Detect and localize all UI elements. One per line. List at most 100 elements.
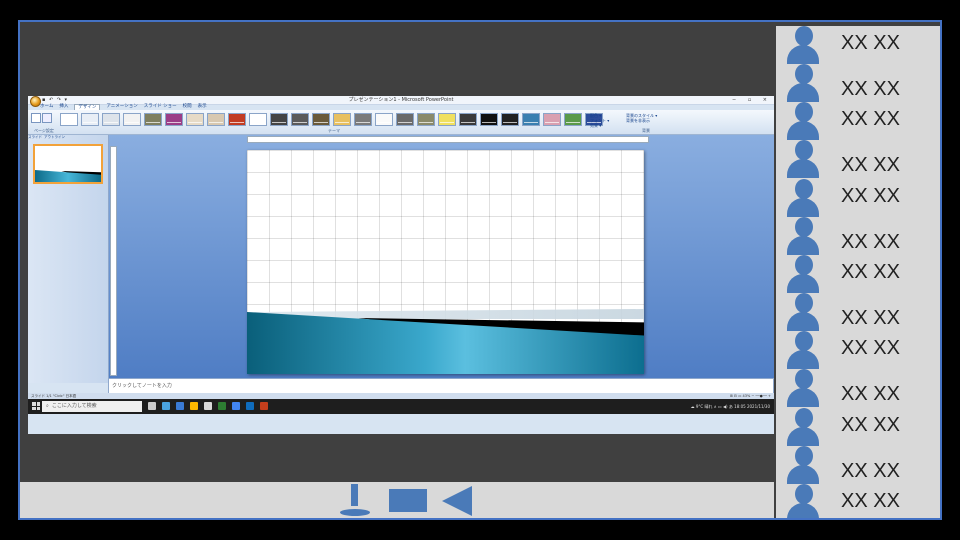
theme-swatch[interactable] (543, 113, 561, 126)
avatar-icon (786, 446, 820, 484)
participant-name: XX XX (841, 307, 900, 329)
theme-swatch[interactable] (291, 113, 309, 126)
theme-swatch-bar (167, 122, 181, 123)
theme-swatch[interactable] (501, 113, 519, 126)
taskbar-app-icon[interactable] (218, 402, 226, 410)
slide-thumbnail[interactable] (33, 144, 103, 184)
tab-outline[interactable]: アウトライン (44, 135, 65, 140)
taskbar-app-icon[interactable] (190, 402, 198, 410)
participant-item[interactable]: XX XX (776, 331, 940, 371)
participant-item[interactable]: XX XX (776, 26, 940, 66)
notes-pane[interactable]: クリックしてノートを入力 (108, 378, 774, 394)
theme-swatch[interactable] (123, 113, 141, 126)
avatar-body (787, 274, 819, 293)
participant-item[interactable]: XX XX (776, 446, 940, 486)
avatar-head (795, 293, 813, 313)
share-screen-button[interactable] (389, 489, 427, 512)
avatar-head (795, 255, 813, 275)
taskbar-app-icon[interactable] (204, 402, 212, 410)
taskbar-search[interactable]: ⌕ ここに入力して検索 (42, 401, 142, 412)
participant-name: XX XX (841, 154, 900, 176)
theme-swatch[interactable] (333, 113, 351, 126)
participant-item[interactable]: XX XX (776, 293, 940, 333)
participant-item[interactable]: XX XX (776, 140, 940, 180)
hide-background-checkbox[interactable]: 背景を非表示 (626, 118, 657, 123)
search-placeholder: ここに入力して検索 (51, 403, 97, 409)
theme-swatch[interactable] (144, 113, 162, 126)
theme-swatch[interactable] (102, 113, 120, 126)
background-options: 背景のスタイル ▾ 背景を非表示 (626, 113, 657, 123)
theme-swatch[interactable] (417, 113, 435, 126)
search-icon: ⌕ (46, 403, 49, 409)
theme-swatch-bar (419, 122, 433, 123)
participant-item[interactable]: XX XX (776, 255, 940, 295)
ribbon: ページ設定 テーマ 配色 ▾ フォント ▾ 効果 ▾ 背景のスタイル ▾ 背景を… (28, 110, 774, 135)
taskbar-app-icon[interactable] (148, 402, 156, 410)
taskbar-app-icon[interactable] (246, 402, 254, 410)
current-slide[interactable] (247, 150, 644, 374)
avatar-head (795, 217, 813, 237)
theme-swatch[interactable] (480, 113, 498, 126)
participants-panel: XX XX XX XX XX XX XX XX XX XX XX XX XX XX XX XX… (776, 26, 940, 518)
avatar-body (787, 198, 819, 217)
avatar-icon (786, 293, 820, 331)
avatar-icon (786, 26, 820, 64)
theme-swatch[interactable] (81, 113, 99, 126)
windows-start-icon[interactable] (32, 402, 40, 410)
theme-swatch[interactable] (396, 113, 414, 126)
back-triangle-button[interactable] (442, 486, 472, 516)
shared-screen[interactable]: ▪ ↶ ↷ ▾ プレゼンテーション1 - Microsoft PowerPoin… (28, 96, 774, 434)
effects-dropdown[interactable]: 効果 ▾ (590, 123, 609, 128)
taskbar-app-icon[interactable] (260, 402, 268, 410)
theme-swatch[interactable] (186, 113, 204, 126)
system-tray[interactable]: ☁ 9°C 晴れ ∧ ▭ ◀) あ 18:05 2021/11/30 (691, 399, 770, 414)
theme-swatch[interactable] (354, 113, 372, 126)
themes-gallery[interactable] (60, 113, 603, 127)
theme-swatch[interactable] (312, 113, 330, 126)
avatar-head (795, 408, 813, 428)
participant-item[interactable]: XX XX (776, 64, 940, 104)
theme-swatch[interactable] (207, 113, 225, 126)
theme-swatch[interactable] (564, 113, 582, 126)
notes-placeholder: クリックしてノートを入力 (112, 383, 172, 389)
theme-swatch-bar (545, 122, 559, 123)
theme-swatch[interactable] (438, 113, 456, 126)
participant-item[interactable]: XX XX (776, 408, 940, 448)
participant-item[interactable]: XX XX (776, 484, 940, 518)
theme-swatch-bar (314, 122, 328, 123)
meeting-window: ▪ ↶ ↷ ▾ プレゼンテーション1 - Microsoft PowerPoin… (18, 20, 942, 520)
theme-swatch[interactable] (249, 113, 267, 126)
page-setup-button[interactable] (31, 113, 41, 123)
avatar-body (787, 83, 819, 102)
participant-item[interactable]: XX XX (776, 217, 940, 257)
avatar-body (787, 121, 819, 140)
theme-swatch[interactable] (60, 113, 78, 126)
microphone-button[interactable] (340, 482, 370, 518)
participant-item[interactable]: XX XX (776, 102, 940, 142)
avatar-icon (786, 331, 820, 369)
theme-swatch[interactable] (165, 113, 183, 126)
slides-pane-tabs: スライド アウトライン (28, 135, 65, 140)
theme-swatch[interactable] (522, 113, 540, 126)
avatar-head (795, 64, 813, 84)
theme-swatch[interactable] (459, 113, 477, 126)
theme-swatch[interactable] (375, 113, 393, 126)
participant-item[interactable]: XX XX (776, 179, 940, 219)
taskbar-app-icon[interactable] (232, 402, 240, 410)
theme-options: 配色 ▾ フォント ▾ 効果 ▾ (590, 113, 609, 128)
theme-swatch-bar (230, 122, 244, 123)
participant-item[interactable]: XX XX (776, 369, 940, 409)
theme-swatch-bar (524, 122, 538, 123)
theme-swatch-bar (335, 122, 349, 123)
taskbar-app-icon[interactable] (176, 402, 184, 410)
avatar-body (787, 45, 819, 64)
theme-swatch-bar (209, 122, 223, 123)
participant-name: XX XX (841, 460, 900, 482)
theme-swatch[interactable] (270, 113, 288, 126)
taskbar-app-icon[interactable] (162, 402, 170, 410)
tab-slides[interactable]: スライド (28, 135, 42, 140)
window-controls[interactable]: − ▫ × (732, 96, 772, 104)
theme-swatch[interactable] (228, 113, 246, 126)
group-background-label: 背景 (642, 128, 650, 133)
slide-orientation-button[interactable] (42, 113, 52, 123)
